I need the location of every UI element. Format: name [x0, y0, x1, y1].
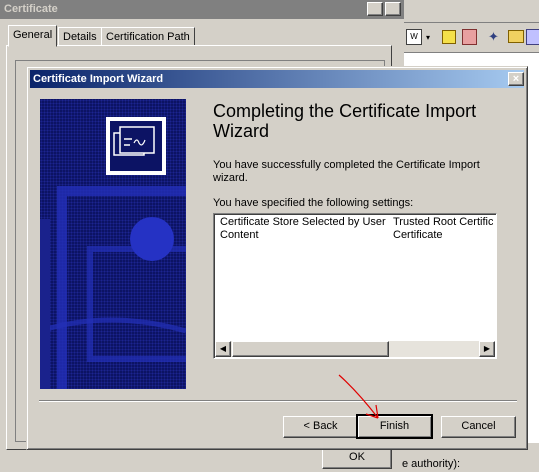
setting-value: Trusted Root Certific	[393, 216, 493, 228]
wizard-side-graphic	[40, 99, 186, 389]
tab-details[interactable]: Details	[58, 27, 102, 46]
wizard-title: Certificate Import Wizard	[33, 73, 164, 85]
certificate-titlebar: Certificate ? ×	[0, 0, 404, 19]
certificate-close-button[interactable]: ×	[385, 2, 401, 16]
ok-button[interactable]: OK	[322, 449, 392, 469]
setting-name: Content	[220, 229, 259, 241]
setting-name: Certificate Store Selected by User	[220, 216, 386, 228]
wizard-description: You have successfully completed the Cert…	[213, 159, 480, 184]
cancel-button[interactable]: Cancel	[441, 416, 516, 438]
app-menubar	[404, 0, 539, 23]
wizard-heading: Completing the Certificate Import Wizard	[213, 101, 477, 141]
annotation-arrow	[338, 374, 379, 419]
certificate-icon	[106, 117, 166, 175]
people-icon[interactable]: ✦	[488, 29, 499, 45]
tab-certification-path[interactable]: Certification Path	[101, 27, 195, 46]
certificate-window-title: Certificate	[4, 3, 58, 15]
certificate-import-wizard: Certificate Import Wizard × Completing t…	[26, 66, 528, 450]
tab-general[interactable]: General	[8, 25, 58, 47]
wizard-titlebar: Certificate Import Wizard ×	[30, 70, 524, 88]
horizontal-scrollbar[interactable]: ◀ ▶	[215, 341, 495, 357]
clipboard-icon[interactable]	[462, 29, 477, 45]
scroll-thumb[interactable]	[232, 341, 389, 357]
document-icon[interactable]: W	[406, 29, 422, 45]
settings-icon[interactable]	[526, 29, 539, 45]
help-button[interactable]: ?	[367, 2, 383, 16]
app-status-text: e authority):	[402, 458, 461, 470]
settings-listbox[interactable]: Certificate Store Selected by User Trust…	[213, 213, 497, 359]
button-separator	[39, 400, 517, 402]
scroll-left-button[interactable]: ◀	[215, 341, 231, 357]
scroll-right-button[interactable]: ▶	[479, 341, 495, 357]
wizard-close-button[interactable]: ×	[508, 72, 524, 86]
setting-value: Certificate	[393, 229, 443, 241]
folder-icon[interactable]	[508, 30, 524, 43]
note-icon[interactable]	[442, 30, 456, 44]
settings-label: You have specified the following setting…	[213, 197, 414, 209]
app-toolbar: W ▾ ✦	[404, 25, 539, 51]
dropdown-arrow-icon[interactable]: ▾	[426, 33, 430, 42]
